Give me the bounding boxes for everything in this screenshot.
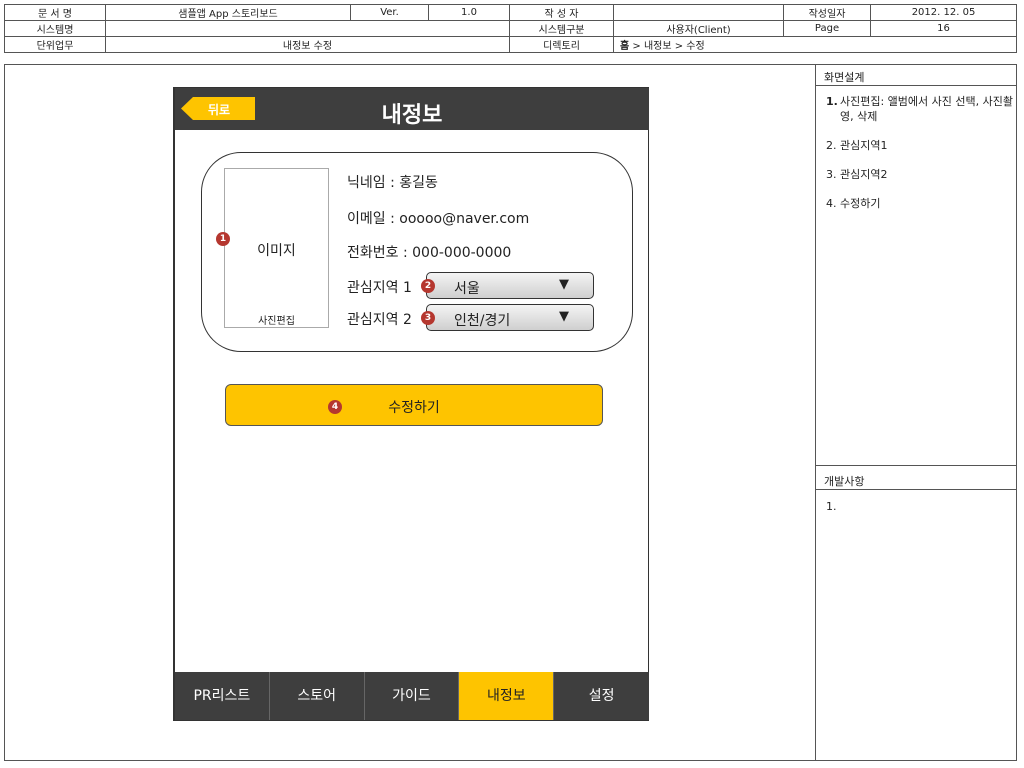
version-label: Ver. — [350, 4, 429, 21]
phone-screen: 뒤로 내정보 이미지 사진편집 1 닉네임 : 홍길동 이메일 : ooooo@… — [173, 87, 649, 721]
version: 1.0 — [428, 4, 510, 21]
annotation-badge-1: 1 — [216, 232, 230, 246]
photo-edit-link[interactable]: 사진편집 — [225, 312, 328, 327]
design-item-num: 4. — [826, 197, 837, 210]
design-title: 화면설계 — [816, 64, 1017, 86]
description-panel: 화면설계 1. 사진편집: 앨범에서 사진 선택, 사진촬영, 삭제 2. 관심지역… — [815, 64, 1017, 761]
system-label: 시스템명 — [4, 20, 106, 37]
directory-rest: > 내정보 > 수정 — [629, 41, 705, 52]
directory-path: 홈 > 내정보 > 수정 — [613, 36, 1017, 53]
system-type: 사용자(Client) — [613, 20, 784, 37]
doc-name: 샘플앱 App 스토리보드 — [105, 4, 351, 21]
design-item: 2. 관심지역1 — [826, 138, 1018, 153]
author-label: 작 성 자 — [509, 4, 614, 21]
tab-my-info[interactable]: 내정보 — [459, 672, 555, 720]
unit: 내정보 수정 — [105, 36, 510, 53]
design-item-text: 관심지역1 — [840, 139, 888, 152]
region1-label: 관심지역 1 — [347, 280, 412, 296]
design-item-text: 관심지역2 — [840, 168, 888, 181]
dev-title: 개발사항 — [816, 468, 1017, 490]
directory-home: 홈 — [620, 41, 630, 52]
region2-label: 관심지역 2 — [347, 312, 412, 328]
profile-image[interactable]: 이미지 사진편집 — [224, 168, 329, 328]
chevron-down-icon: ▼ — [559, 277, 569, 292]
submit-edit-label: 수정하기 — [388, 400, 440, 416]
design-item: 4. 수정하기 — [826, 196, 1018, 211]
directory-label: 디렉토리 — [509, 36, 614, 53]
dev-list: 1. — [826, 499, 1018, 528]
tab-pr-list[interactable]: PR리스트 — [175, 672, 270, 720]
page-label: Page — [783, 20, 871, 37]
tab-settings[interactable]: 설정 — [554, 672, 649, 720]
annotation-badge-4: 4 — [328, 400, 342, 414]
region2-select[interactable]: 인천/경기 ▼ — [426, 304, 594, 331]
page-title: 내정보 — [381, 103, 443, 128]
top-bar: 뒤로 내정보 — [175, 88, 649, 130]
phone-text: 전화번호 : 000-000-0000 — [347, 245, 512, 261]
page-number: 16 — [870, 20, 1017, 37]
dev-item: 1. — [826, 500, 837, 513]
author — [613, 4, 784, 21]
date: 2012. 12. 05 — [870, 4, 1017, 21]
system — [105, 20, 510, 37]
annotation-badge-2: 2 — [421, 279, 435, 293]
doc-name-label: 문 서 명 — [4, 4, 106, 21]
nickname-text: 닉네임 : 홍길동 — [347, 175, 438, 191]
design-list: 1. 사진편집: 앨범에서 사진 선택, 사진촬영, 삭제 2. 관심지역1 3. 관… — [826, 94, 1018, 225]
design-item-text: 사진편집: 앨범에서 사진 선택, 사진촬영, 삭제 — [840, 95, 1013, 123]
chevron-down-icon: ▼ — [559, 309, 569, 324]
annotation-badge-3: 3 — [421, 311, 435, 325]
region2-value: 인천/경기 — [454, 313, 511, 329]
region1-select[interactable]: 서울 ▼ — [426, 272, 594, 299]
date-label: 작성일자 — [783, 4, 871, 21]
panel-divider — [816, 465, 1017, 466]
unit-label: 단위업무 — [4, 36, 106, 53]
bottom-tab-bar: PR리스트 스토어 가이드 내정보 설정 — [175, 672, 649, 720]
email-text: 이메일 : ooooo@naver.com — [347, 211, 530, 227]
design-item-num: 3. — [826, 168, 837, 181]
design-item-num: 1. — [826, 95, 838, 108]
submit-edit-button[interactable]: 수정하기 — [225, 384, 603, 426]
system-type-label: 시스템구분 — [509, 20, 614, 37]
profile-image-label: 이미지 — [257, 243, 296, 259]
document-header-table: 문 서 명 샘플앱 App 스토리보드 Ver. 1.0 작 성 자 작성일자 … — [4, 4, 1017, 53]
tab-store[interactable]: 스토어 — [270, 672, 365, 720]
design-item-text: 수정하기 — [840, 197, 881, 210]
design-item: 1. 사진편집: 앨범에서 사진 선택, 사진촬영, 삭제 — [826, 94, 1018, 124]
region1-value: 서울 — [454, 281, 480, 297]
design-item-num: 2. — [826, 139, 837, 152]
design-item: 3. 관심지역2 — [826, 167, 1018, 182]
tab-guide[interactable]: 가이드 — [365, 672, 460, 720]
